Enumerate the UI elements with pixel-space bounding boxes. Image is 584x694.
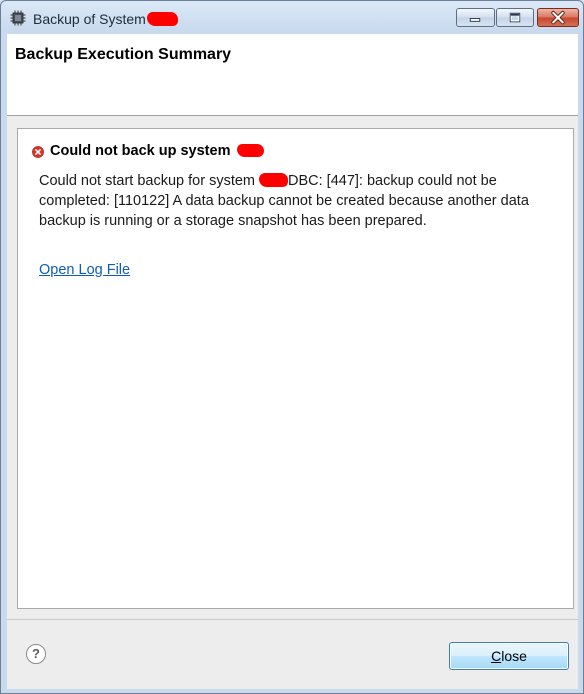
help-button[interactable]: ? (26, 644, 46, 664)
dialog-window: Backup of System Backup Execution Summar… (0, 0, 584, 694)
dialog-header: Backup Execution Summary (7, 34, 578, 116)
error-title-label: Could not back up system (50, 143, 231, 159)
app-chip-icon (10, 10, 26, 26)
redaction-mark (236, 144, 264, 157)
summary-panel: Could not back up system Could not start… (17, 128, 574, 609)
error-icon (32, 146, 44, 158)
error-message: Could not start backup for system DBC: [… (39, 171, 559, 231)
close-icon (551, 10, 565, 25)
close-button[interactable]: Close (449, 642, 569, 670)
redaction-mark (259, 173, 289, 187)
title-bar[interactable]: Backup of System (1, 1, 583, 34)
error-title: Could not back up system (50, 143, 264, 159)
page-title: Backup Execution Summary (15, 46, 232, 63)
close-button-label: lose (501, 648, 527, 664)
open-log-file-link[interactable]: Open Log File (39, 262, 130, 278)
close-button-mnemonic: C (491, 648, 502, 664)
dialog-footer: ? Close (7, 619, 578, 689)
error-message-part1: Could not start backup for system (39, 173, 260, 189)
minimize-icon (469, 18, 481, 22)
redaction-mark (146, 12, 178, 26)
help-icon: ? (32, 646, 40, 661)
window-title: Backup of System (33, 11, 178, 27)
minimize-button[interactable] (456, 8, 495, 27)
maximize-icon (509, 12, 521, 23)
maximize-button[interactable] (496, 8, 534, 27)
window-close-button[interactable] (537, 8, 579, 27)
window-title-label: Backup of System (33, 11, 146, 27)
